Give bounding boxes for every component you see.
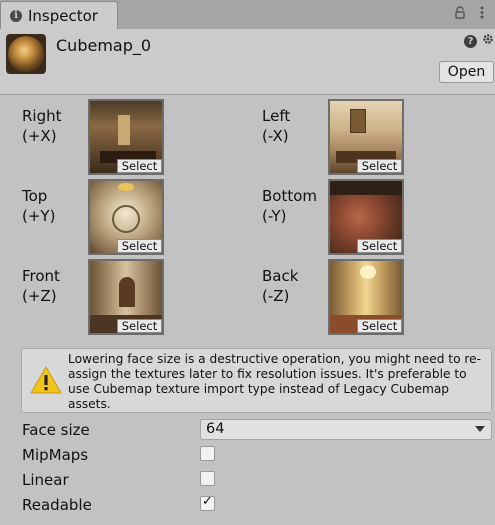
asset-name: Cubemap_0 xyxy=(56,36,152,55)
face-size-dropdown[interactable]: 64 xyxy=(200,419,492,440)
tab-bar: i Inspector xyxy=(0,0,495,30)
select-button-back[interactable]: Select xyxy=(357,319,402,333)
face-texture-bottom[interactable]: Select xyxy=(328,179,404,255)
open-button[interactable]: Open xyxy=(439,61,494,83)
face-texture-back[interactable]: Select xyxy=(328,259,404,335)
warning-icon xyxy=(30,366,62,394)
readable-label: Readable xyxy=(22,496,92,514)
chevron-down-icon xyxy=(475,426,485,432)
face-texture-right[interactable]: Select xyxy=(88,99,164,175)
face-label-bottom: Bottom (-Y) xyxy=(262,187,318,225)
warning-helpbox: Lowering face size is a destructive oper… xyxy=(21,348,492,413)
mipmaps-label: MipMaps xyxy=(22,446,89,464)
face-label-front: Front (+Z) xyxy=(22,267,60,305)
lock-icon[interactable] xyxy=(453,6,467,20)
select-button-front[interactable]: Select xyxy=(117,319,162,333)
mipmaps-checkbox[interactable] xyxy=(200,446,215,461)
linear-label: Linear xyxy=(22,471,69,489)
face-texture-top[interactable]: Select xyxy=(88,179,164,255)
tab-inspector[interactable]: i Inspector xyxy=(0,1,118,29)
cubemap-preview-icon xyxy=(6,34,46,74)
face-label-left: Left (-X) xyxy=(262,107,291,145)
face-label-top: Top (+Y) xyxy=(22,187,56,225)
info-icon: i xyxy=(10,9,22,22)
inspector-header: Cubemap_0 ? Open xyxy=(0,29,495,95)
face-texture-left[interactable]: Select xyxy=(328,99,404,175)
face-size-value: 64 xyxy=(206,421,225,437)
checkmark-icon: ✓ xyxy=(202,494,213,509)
tab-bar-icons xyxy=(453,6,489,20)
warning-text: Lowering face size is a destructive oper… xyxy=(68,352,482,411)
select-button-right[interactable]: Select xyxy=(117,159,162,173)
gear-icon[interactable] xyxy=(482,33,494,49)
select-button-left[interactable]: Select xyxy=(357,159,402,173)
face-texture-front[interactable]: Select xyxy=(88,259,164,335)
face-size-label: Face size xyxy=(22,421,90,439)
help-icon[interactable]: ? xyxy=(464,35,477,48)
more-options-icon[interactable] xyxy=(475,6,489,20)
face-label-right: Right (+X) xyxy=(22,107,62,145)
linear-checkbox[interactable] xyxy=(200,471,215,486)
select-button-bottom[interactable]: Select xyxy=(357,239,402,253)
tab-label: Inspector xyxy=(28,6,98,25)
face-label-back: Back (-Z) xyxy=(262,267,299,305)
select-button-top[interactable]: Select xyxy=(117,239,162,253)
readable-checkbox[interactable]: ✓ xyxy=(200,494,215,511)
